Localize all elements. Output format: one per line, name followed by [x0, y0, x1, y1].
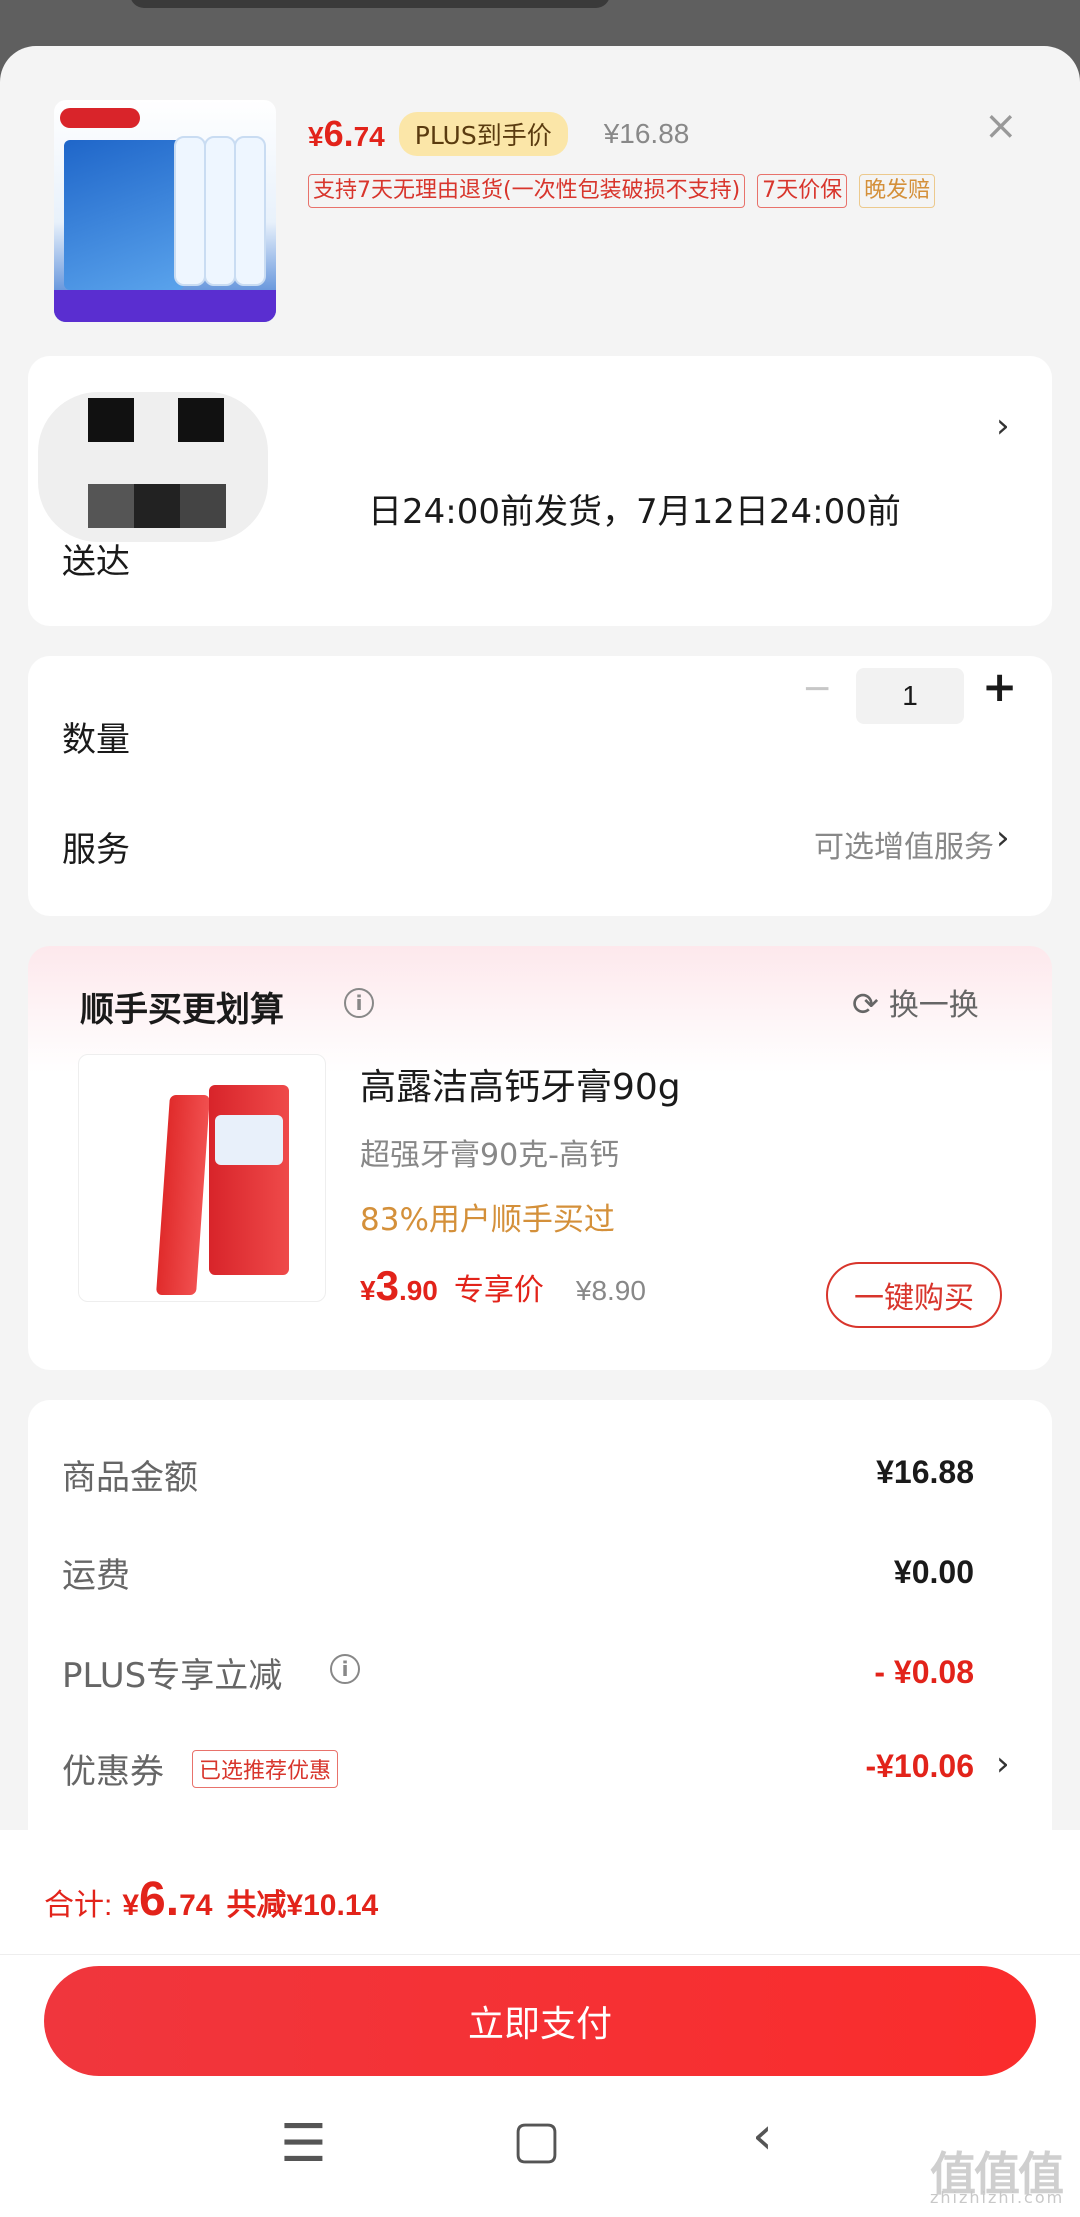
- late-delivery-tag: 晚发赔: [859, 174, 936, 208]
- bottle-graphic: [234, 136, 266, 286]
- toothpaste-image[interactable]: [78, 1054, 326, 1302]
- product-price: ¥6.74: [308, 113, 385, 154]
- product-tags: 支持7天无理由退货(一次性包装破损不支持) 7天价保 晚发赔: [308, 174, 936, 208]
- watermark-site: zhizhizhi.com: [930, 2188, 1065, 2207]
- goods-amount-value: ¥16.88: [876, 1454, 974, 1490]
- bottle-graphic: [174, 136, 206, 286]
- address-redacted-block: [88, 398, 134, 442]
- address-redacted-block: [180, 484, 226, 528]
- product-box-graphic: [64, 140, 184, 290]
- swap-button[interactable]: ⟳ 换一换: [852, 980, 979, 1024]
- original-price: ¥16.88: [603, 118, 690, 149]
- chevron-right-icon[interactable]: ›: [996, 406, 1010, 446]
- return-policy-tag: 支持7天无理由退货(一次性包装破损不支持): [308, 174, 746, 208]
- shipping-value: ¥0.00: [893, 1554, 974, 1590]
- combo-item-name[interactable]: 高露洁高钙牙膏90g: [360, 1058, 681, 1110]
- brand-logo: [60, 108, 140, 128]
- goods-amount-label: 商品金额: [62, 1458, 198, 1498]
- toothpaste-box-graphic: [209, 1085, 289, 1275]
- one-click-buy-button[interactable]: 一键购买: [826, 1262, 1002, 1328]
- chevron-right-icon[interactable]: ›: [996, 818, 1010, 858]
- shipping-label: 运费: [62, 1556, 130, 1596]
- coupon-value[interactable]: -¥10.06: [865, 1748, 974, 1785]
- status-bar-handle: [130, 0, 610, 8]
- bottle-graphic: [204, 136, 236, 286]
- delivery-time: 日24:00前发货，7月12日24:00前: [368, 492, 901, 532]
- pay-now-button[interactable]: 立即支付: [44, 1966, 1036, 2076]
- total-row: 合计: ¥6.74 共减¥10.14: [44, 1872, 378, 1927]
- price-protection-tag: 7天价保: [757, 174, 848, 208]
- combo-item-price: ¥3.90: [360, 1262, 438, 1309]
- service-value[interactable]: 可选增值服务: [814, 822, 994, 866]
- combo-item-subtitle: 超强牙膏90克-高钙: [360, 1138, 619, 1173]
- coupon-recommended-tag: 已选推荐优惠: [192, 1750, 339, 1788]
- divider: [0, 1954, 1080, 1955]
- plus-discount-label: PLUS专享立减: [62, 1656, 283, 1696]
- combo-item-price-row: ¥3.90 专享价 ¥8.90: [360, 1262, 646, 1310]
- combo-title: 顺手买更划算: [80, 990, 284, 1030]
- delivery-time-cont: 送达: [62, 542, 130, 582]
- plus-discount-value: - ¥0.08: [874, 1654, 974, 1690]
- plus-price-tag: PLUS到手价: [398, 112, 568, 156]
- quantity-label: 数量: [62, 720, 130, 760]
- exclusive-price-label: 专享价: [453, 1273, 544, 1308]
- total-label: 合计:: [44, 1889, 113, 1922]
- quantity-plus-button[interactable]: +: [982, 662, 1017, 711]
- quantity-minus-button[interactable]: −: [802, 668, 832, 709]
- quantity-input[interactable]: 1: [856, 668, 964, 724]
- combo-item-original-price: ¥8.90: [575, 1275, 646, 1306]
- coupon-label: 优惠券: [62, 1752, 164, 1792]
- info-icon[interactable]: i: [330, 1654, 360, 1684]
- total-amount: ¥6.74: [122, 1873, 213, 1926]
- back-nav-icon[interactable]: ‹: [752, 2106, 773, 2166]
- toothpaste-tube-graphic: [156, 1095, 210, 1295]
- product-image: [54, 100, 276, 322]
- home-nav-icon[interactable]: ▢: [512, 2110, 561, 2170]
- service-label: 服务: [62, 830, 130, 870]
- product-price-row: ¥6.74 PLUS到手价 ¥16.88: [308, 112, 689, 156]
- refresh-icon: ⟳: [852, 985, 879, 1023]
- address-redacted-block: [134, 484, 180, 528]
- chevron-right-icon[interactable]: ›: [996, 1744, 1010, 1784]
- info-icon[interactable]: i: [344, 988, 374, 1018]
- address-redacted-block: [88, 484, 134, 528]
- combo-item-buyers: 83%用户顺手买过: [360, 1202, 615, 1238]
- menu-nav-icon[interactable]: ☰: [280, 2114, 327, 2174]
- total-saved: 共减¥10.14: [226, 1889, 379, 1922]
- product-image-band: [54, 290, 276, 322]
- address-redacted-block: [178, 398, 224, 442]
- close-icon[interactable]: ×: [984, 106, 1018, 146]
- toothpaste-label-graphic: [215, 1115, 283, 1165]
